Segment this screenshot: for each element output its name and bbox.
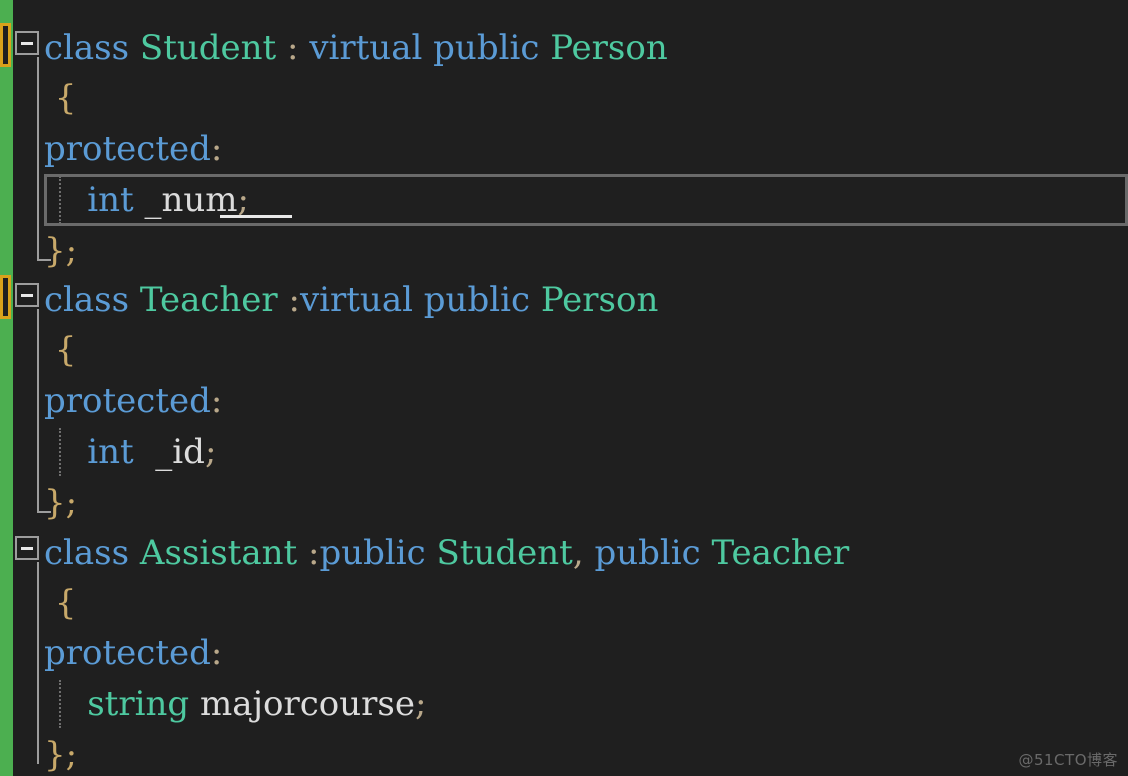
code-token: : bbox=[288, 280, 300, 320]
code-token: public bbox=[433, 28, 540, 68]
code-line-1[interactable]: class Student : virtual public Person bbox=[44, 23, 668, 73]
code-line-5[interactable]: }; bbox=[44, 226, 77, 276]
code-token: ; bbox=[414, 684, 427, 724]
code-token: Person bbox=[550, 28, 668, 68]
code-token: public bbox=[319, 533, 426, 573]
code-line-11[interactable]: class Assistant :public Student, public … bbox=[44, 528, 849, 578]
code-line-13[interactable]: protected: bbox=[44, 628, 222, 678]
code-line-2[interactable]: { bbox=[44, 73, 77, 123]
code-token: }; bbox=[44, 231, 78, 271]
code-token: virtual bbox=[299, 280, 413, 320]
code-token: public bbox=[423, 280, 531, 320]
code-token: protected bbox=[44, 129, 211, 169]
fold-toggle-student[interactable] bbox=[15, 31, 39, 55]
bookmark-marker-student[interactable] bbox=[0, 23, 11, 67]
code-token: _num bbox=[144, 180, 238, 220]
code-line-9[interactable]: int _id; bbox=[44, 427, 216, 477]
code-token: majorcourse bbox=[199, 684, 415, 724]
code-token: : bbox=[210, 129, 223, 169]
code-line-8[interactable]: protected: bbox=[44, 376, 222, 426]
code-token: protected bbox=[44, 633, 211, 673]
code-token: }; bbox=[44, 735, 78, 775]
code-token: Student bbox=[436, 533, 573, 573]
watermark-label: @51CTO博客 bbox=[1018, 751, 1118, 769]
code-token: , bbox=[572, 533, 584, 573]
code-token: ; bbox=[204, 432, 217, 472]
code-token: Student bbox=[139, 28, 277, 68]
code-token: virtual bbox=[309, 28, 423, 68]
bookmark-marker-teacher[interactable] bbox=[0, 275, 11, 319]
code-token: : bbox=[210, 381, 223, 421]
code-token: }; bbox=[44, 483, 78, 523]
code-token: Teacher bbox=[711, 533, 850, 573]
fold-toggle-teacher[interactable] bbox=[15, 283, 39, 307]
code-token: ; bbox=[237, 180, 249, 220]
code-token: class bbox=[44, 28, 130, 68]
code-line-6[interactable]: class Teacher :virtual public Person bbox=[44, 275, 658, 325]
code-line-15[interactable]: }; bbox=[44, 730, 77, 776]
code-token: Teacher bbox=[139, 280, 278, 320]
code-editor-viewport[interactable]: class Student : virtual public Person { … bbox=[0, 0, 1128, 776]
code-token: : bbox=[210, 633, 223, 673]
code-token: protected bbox=[44, 381, 211, 421]
code-token: public bbox=[594, 533, 701, 573]
code-token: : bbox=[308, 533, 320, 573]
code-token: : bbox=[287, 28, 299, 68]
code-line-3[interactable]: protected: bbox=[44, 124, 222, 174]
code-token: { bbox=[44, 583, 77, 623]
code-line-7[interactable]: { bbox=[44, 325, 77, 375]
fold-toggle-assistant[interactable] bbox=[15, 536, 39, 560]
code-token: Person bbox=[540, 280, 659, 320]
code-token: int bbox=[87, 432, 134, 472]
code-line-4[interactable]: int _num; bbox=[44, 175, 249, 225]
code-token: int bbox=[87, 180, 134, 220]
fold-guide-student bbox=[37, 57, 39, 259]
code-token: string bbox=[87, 684, 190, 724]
fold-guide-assistant bbox=[37, 562, 39, 764]
change-indicator-bar bbox=[0, 0, 13, 776]
code-token: class bbox=[44, 280, 130, 320]
text-caret bbox=[220, 215, 292, 218]
code-line-14[interactable]: string majorcourse; bbox=[44, 679, 426, 729]
code-token: Assistant bbox=[139, 533, 298, 573]
code-line-10[interactable]: }; bbox=[44, 478, 77, 528]
fold-guide-teacher bbox=[37, 309, 39, 511]
code-line-12[interactable]: { bbox=[44, 578, 77, 628]
code-token: { bbox=[44, 78, 77, 118]
code-token: _id bbox=[155, 432, 205, 472]
code-token: class bbox=[44, 533, 130, 573]
code-token: { bbox=[44, 330, 77, 370]
